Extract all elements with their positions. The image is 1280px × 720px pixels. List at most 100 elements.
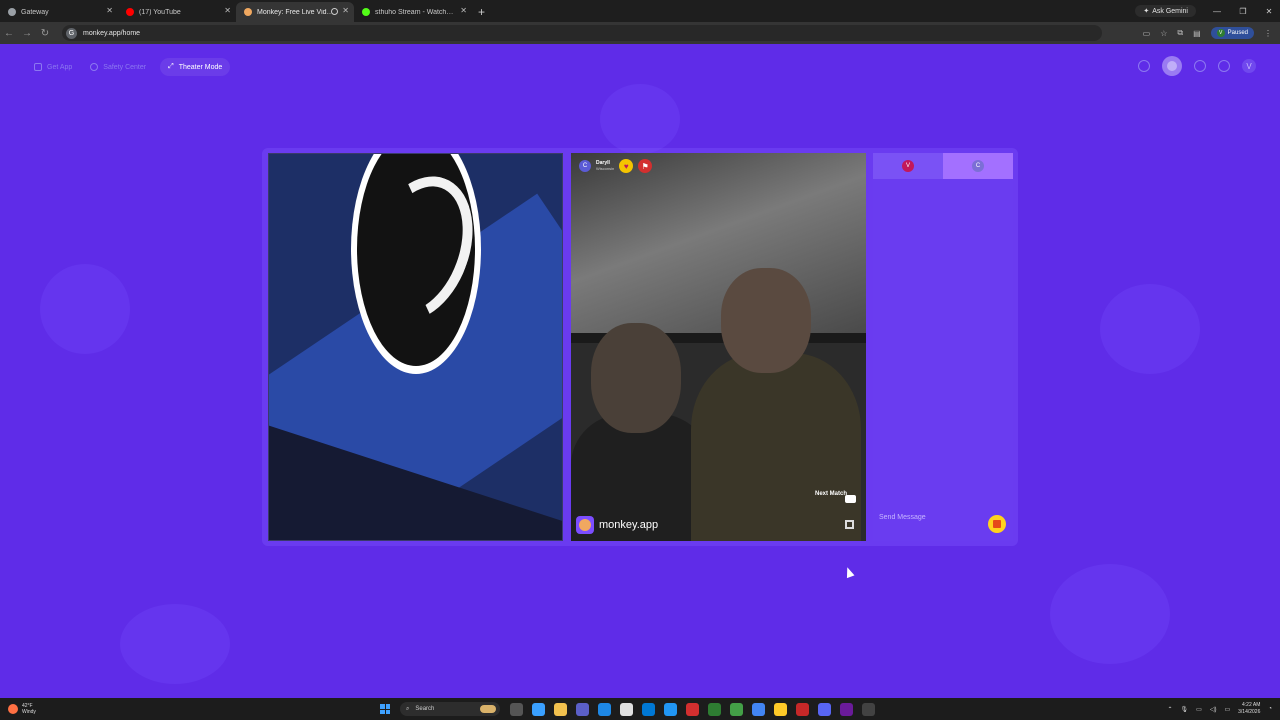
new-tab-button[interactable]: + — [478, 5, 485, 19]
clock-date: 3/14/2026 — [1238, 709, 1261, 715]
avatar[interactable] — [1162, 56, 1182, 76]
kick-favicon-icon — [362, 8, 370, 16]
safety-center-button[interactable]: Safety Center — [86, 58, 150, 76]
ask-gemini-label: Ask Gemini — [1152, 7, 1188, 15]
theater-mode-button[interactable]: ⤢ Theater Mode — [160, 58, 231, 76]
browser-tab-kick[interactable]: sthuho Stream - Watch Live on ✕ — [354, 2, 472, 22]
recorder-icon[interactable] — [796, 702, 809, 716]
weather-widget[interactable]: 42°F Windy — [0, 703, 380, 715]
address-bar[interactable]: G monkey.app/home — [62, 25, 1102, 41]
search-icon: ⌕ — [406, 705, 410, 712]
profile-paused-button[interactable]: V Paused — [1210, 27, 1254, 39]
get-app-button[interactable]: Get App — [30, 58, 76, 76]
taskbar-search[interactable]: ⌕ Search — [400, 702, 500, 716]
spotify-icon[interactable] — [730, 702, 743, 716]
match-avatar: C — [579, 160, 591, 172]
report-icon[interactable]: ⚑ — [638, 159, 653, 173]
history-icon[interactable] — [1194, 60, 1206, 72]
monkey-logo-icon — [576, 516, 594, 534]
match-user-location: Wisconsin — [596, 166, 615, 171]
weather-desc: Windy — [22, 709, 36, 715]
task-view-icon[interactable] — [510, 702, 523, 716]
next-match-button[interactable]: Next Match — [815, 491, 847, 498]
profile-avatar[interactable]: V — [1242, 59, 1256, 73]
safety-center-label: Safety Center — [103, 63, 147, 71]
chevron-up-icon[interactable]: ⌃ — [1168, 706, 1173, 713]
profile-status: Paused — [1227, 30, 1248, 36]
toolbar-icon[interactable] — [845, 520, 854, 529]
clock[interactable]: 4:22 AM 3/14/2026 — [1238, 702, 1260, 716]
menu-kebab-icon[interactable]: ⋮ — [1264, 29, 1272, 38]
gift-button[interactable] — [988, 515, 1006, 533]
background-blob — [1100, 284, 1200, 374]
app-icon[interactable] — [840, 702, 853, 716]
person-head — [721, 268, 811, 373]
reload-icon[interactable]: ↻ — [36, 28, 54, 39]
file-explorer-icon[interactable] — [554, 702, 567, 716]
profile-avatar: V — [1216, 29, 1225, 37]
close-tab-icon[interactable]: ✕ — [342, 6, 349, 15]
close-window-icon[interactable]: ✕ — [1258, 7, 1280, 16]
gateway-favicon-icon — [8, 8, 16, 16]
discord-icon[interactable] — [818, 702, 831, 716]
theater-mode-label: Theater Mode — [178, 63, 223, 71]
bookmark-star-icon[interactable]: ☆ — [1160, 29, 1167, 38]
speaker-icon[interactable]: ◁) — [1210, 706, 1217, 713]
match-user-info: Daryll Wisconsin — [596, 160, 614, 172]
close-tab-icon[interactable]: ✕ — [460, 6, 467, 15]
site-info-icon[interactable]: G — [66, 27, 77, 39]
browser-tab-monkey[interactable]: Monkey: Free Live Video Ch ✕ — [236, 2, 354, 22]
xbox-icon[interactable] — [708, 702, 721, 716]
copilot-icon[interactable] — [532, 702, 545, 716]
cast-icon[interactable]: ▭ — [1143, 29, 1151, 38]
top-nav: Get App Safety Center ⤢ Theater Mode — [30, 58, 231, 76]
minimize-icon[interactable]: — — [1206, 7, 1228, 16]
opera-icon[interactable] — [686, 702, 699, 716]
windows-start-icon[interactable] — [380, 704, 390, 714]
side-panel-icon[interactable]: ▤ — [1193, 29, 1201, 38]
browser-tab-strip: Gateway ✕ (17) YouTube ✕ Monkey: Free Li… — [0, 0, 1280, 22]
close-tab-icon[interactable]: ✕ — [224, 6, 231, 15]
close-tab-icon[interactable]: ✕ — [106, 6, 113, 15]
avatar: C — [972, 160, 984, 172]
back-icon[interactable]: ← — [0, 28, 18, 39]
outlook-icon[interactable] — [642, 702, 655, 716]
brand-name: monkey.app — [599, 519, 659, 531]
next-match-icon[interactable] — [845, 495, 856, 503]
extensions-icon[interactable]: ⧉ — [1177, 28, 1183, 38]
phone-icon — [34, 63, 42, 71]
get-app-label: Get App — [47, 63, 73, 71]
chat-panel: V C Send Message — [873, 153, 1013, 541]
url-text: monkey.app/home — [83, 29, 141, 37]
chat-tab-match[interactable]: C — [943, 153, 1013, 179]
forward-icon[interactable]: → — [18, 28, 36, 39]
chat-tab-self[interactable]: V — [873, 153, 943, 179]
browser-tab-youtube[interactable]: (17) YouTube ✕ — [118, 2, 236, 22]
taskbar: 42°F Windy ⌕ Search ⌃ 🎙 ▭ ◁) ▭ 4:22 AM 3… — [0, 698, 1280, 720]
shield-icon — [90, 63, 99, 71]
match-user-badge[interactable]: C Daryll Wisconsin ♥ ⚑ — [579, 159, 653, 173]
chat-bubble-icon[interactable] — [1218, 60, 1230, 72]
top-right-actions: V — [1138, 56, 1256, 76]
self-video — [268, 153, 563, 541]
teams-icon[interactable] — [576, 702, 589, 716]
search-icon[interactable] — [1138, 60, 1150, 72]
chrome-icon[interactable] — [752, 702, 765, 716]
browser-tab-gateway[interactable]: Gateway ✕ — [0, 2, 118, 22]
heart-icon[interactable]: ♥ — [619, 159, 634, 173]
ask-gemini-button[interactable]: ✦ Ask Gemini — [1135, 5, 1196, 17]
notes-icon[interactable] — [774, 702, 787, 716]
send-message-input[interactable]: Send Message — [879, 514, 926, 521]
restore-icon[interactable]: ❐ — [1232, 7, 1254, 16]
obs-icon[interactable] — [862, 702, 875, 716]
network-icon[interactable]: ▭ — [1196, 706, 1202, 713]
background-blob — [1050, 564, 1170, 664]
browser-toolbar: ← → ↻ G monkey.app/home ▭ ☆ ⧉ ▤ V Paused… — [0, 22, 1280, 44]
microphone-icon[interactable]: 🎙 — [1181, 706, 1189, 713]
edge-icon[interactable] — [598, 702, 611, 716]
match-video: C Daryll Wisconsin ♥ ⚑ Next Match monkey… — [571, 153, 866, 541]
notification-bell-icon[interactable]: ◔ — [1268, 706, 1272, 712]
battery-icon[interactable]: ▭ — [1224, 706, 1230, 713]
defender-icon[interactable] — [664, 702, 677, 716]
store-icon[interactable] — [620, 702, 633, 716]
